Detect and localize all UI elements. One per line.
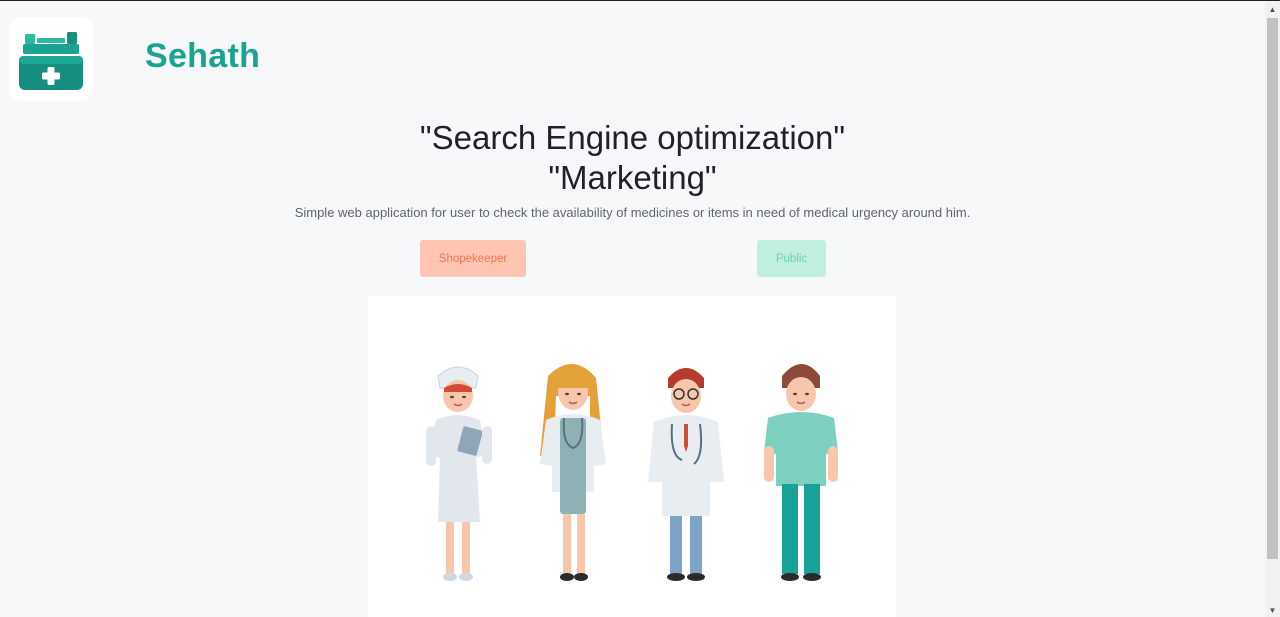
medical-kit-icon <box>19 32 83 90</box>
public-button[interactable]: Public <box>757 240 826 277</box>
hero-title-line-1: "Search Engine optimization" <box>419 119 846 156</box>
shopkeeper-button[interactable]: Shopekeeper <box>420 240 526 277</box>
page: Sehath "Search Engine optimization" "Mar… <box>0 1 1265 617</box>
medical-staff-illustration <box>368 296 896 617</box>
nurse-figure <box>426 366 492 581</box>
scrubs-worker-figure <box>764 364 838 581</box>
female-doctor-figure <box>540 363 606 581</box>
logo[interactable] <box>9 17 93 101</box>
arrow-up-icon[interactable]: ▲ <box>1265 2 1280 16</box>
hero-title-line-2: "Marketing" <box>548 159 717 196</box>
scrollbar-thumb[interactable] <box>1267 18 1278 559</box>
arrow-down-icon[interactable]: ▼ <box>1265 603 1280 617</box>
brand-name: Sehath <box>145 37 261 75</box>
vertical-scrollbar[interactable]: ▲ ▼ <box>1265 1 1280 617</box>
male-doctor-figure <box>648 368 724 581</box>
hero-subtitle: Simple web application for user to check… <box>294 205 971 220</box>
